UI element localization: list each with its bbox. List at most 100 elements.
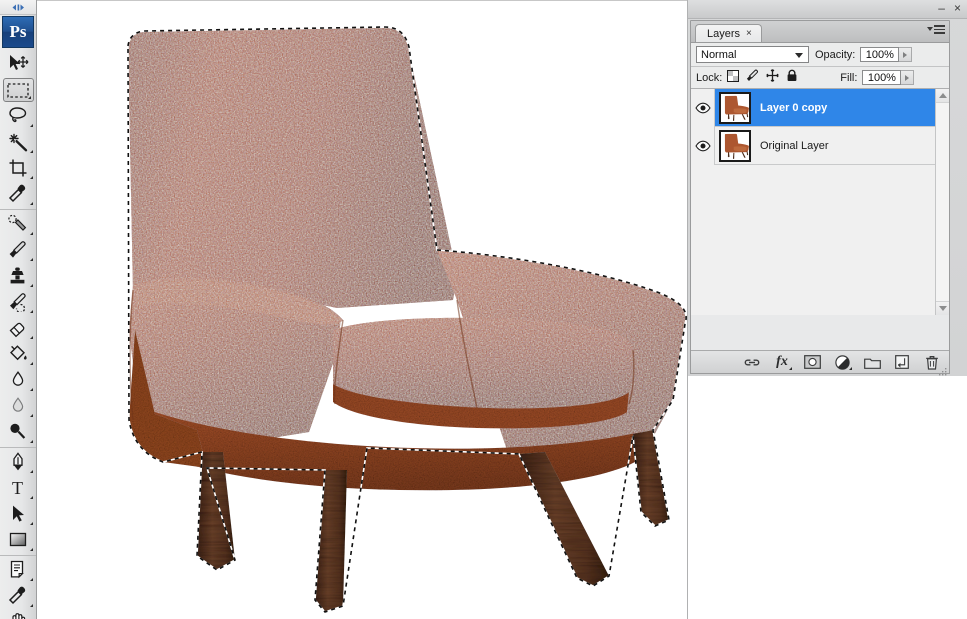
folder-icon	[863, 358, 881, 369]
close-button[interactable]: ×	[954, 2, 961, 14]
adjustment-icon	[834, 354, 850, 370]
blur-tool[interactable]	[0, 393, 35, 419]
tool-flyout-marker	[30, 496, 33, 499]
tool-flyout-marker	[30, 202, 33, 205]
chevron-down-icon	[927, 27, 933, 32]
lock-label: Lock:	[696, 71, 723, 84]
tool-flyout-marker	[30, 604, 33, 607]
lock-position-button[interactable]	[766, 68, 780, 87]
tool-flyout-marker	[30, 336, 33, 339]
photoshop-logo: Ps	[2, 16, 34, 48]
brush-tool[interactable]	[0, 237, 35, 263]
tool-flyout-marker	[30, 578, 33, 581]
mask-icon	[803, 355, 821, 369]
notes-tool[interactable]	[0, 557, 35, 583]
panel-dock: – × Layers × Normal Opacity: 100% Lock: …	[688, 0, 967, 619]
tab-layers-label: Layers	[707, 27, 741, 40]
layer-list-scrollbar[interactable]	[935, 89, 949, 315]
layer-visibility-toggle[interactable]	[691, 126, 715, 165]
tool-flyout-marker	[30, 310, 33, 313]
eye-icon	[694, 102, 711, 113]
tool-flyout-marker	[30, 150, 33, 153]
layers-panel: Layers × Normal Opacity: 100% Lock: Fill…	[690, 20, 950, 376]
tab-layers[interactable]: Layers ×	[695, 24, 762, 42]
path-selection-tool[interactable]	[0, 501, 35, 527]
link-icon	[744, 359, 760, 365]
crop-tool[interactable]	[0, 155, 35, 181]
fx-glyph: fx	[776, 354, 788, 369]
link-layers-button[interactable]	[743, 353, 761, 371]
magic-wand-tool[interactable]	[0, 129, 35, 155]
layer-visibility-toggle[interactable]	[691, 89, 715, 127]
dodge-tool[interactable]	[0, 419, 35, 445]
tool-flyout-marker	[30, 284, 33, 287]
move-tool[interactable]	[0, 51, 35, 77]
tool-flyout-marker	[27, 96, 31, 99]
resize-grip[interactable]	[939, 363, 947, 376]
layer-name: Layer 0 copy	[760, 101, 828, 114]
tool-flyout-marker	[30, 258, 33, 261]
lock-image-pixels-button[interactable]	[746, 69, 759, 87]
layer-row[interactable]: Original Layer	[691, 126, 949, 165]
tab-close-icon[interactable]: ×	[746, 28, 752, 39]
chair-body	[128, 28, 687, 491]
minimize-button[interactable]: –	[938, 2, 945, 14]
lock-row: Lock: Fill: 100%	[691, 67, 949, 89]
eye-icon	[694, 140, 711, 151]
history-brush-tool[interactable]	[0, 289, 35, 315]
hand-tool[interactable]	[0, 609, 35, 619]
new-layer-icon	[895, 355, 909, 369]
healing-brush-tool[interactable]	[0, 211, 35, 237]
layer-mask-button[interactable]	[803, 353, 821, 371]
scroll-up-button[interactable]	[936, 89, 949, 103]
tool-flyout-marker	[30, 548, 33, 551]
new-layer-button[interactable]	[893, 353, 911, 371]
flyout-marker	[849, 367, 852, 370]
document-canvas[interactable]	[37, 0, 688, 619]
armchair-image	[127, 26, 687, 613]
layer-thumbnail[interactable]	[719, 91, 751, 124]
tool-group-retouch	[0, 210, 36, 448]
hamburger-icon	[934, 25, 945, 34]
opacity-input[interactable]: 100%	[860, 47, 900, 62]
flyout-marker	[789, 367, 792, 370]
eyedropper-bottom-tool[interactable]	[0, 583, 35, 609]
new-group-button[interactable]	[863, 353, 881, 371]
rectangular-marquee-tool[interactable]	[2, 78, 34, 102]
lasso-tool[interactable]	[0, 103, 35, 129]
panel-tabbar: Layers ×	[691, 21, 949, 43]
scroll-down-button[interactable]	[936, 301, 949, 315]
chevron-down-icon	[795, 53, 803, 58]
blend-mode-row: Normal Opacity: 100%	[691, 43, 949, 67]
opacity-slider-button[interactable]	[899, 47, 913, 62]
lock-all-button[interactable]	[786, 69, 798, 87]
tool-flyout-marker	[30, 470, 33, 473]
layer-row[interactable]: Layer 0 copy	[691, 89, 949, 127]
layer-list: Layer 0 copy Original Layer	[691, 89, 949, 315]
tool-flyout-marker	[30, 522, 33, 525]
layer-thumbnail[interactable]	[719, 129, 751, 162]
blend-mode-select[interactable]: Normal	[696, 46, 809, 63]
pen-tool[interactable]	[0, 449, 35, 475]
clone-stamp-tool[interactable]	[0, 263, 35, 289]
paint-bucket-tool[interactable]	[0, 341, 35, 367]
tool-flyout-marker	[30, 124, 33, 127]
eyedropper-tool[interactable]	[0, 181, 35, 207]
tool-flyout-marker	[30, 232, 33, 235]
tool-group-navigation	[0, 556, 36, 619]
lock-transparent-pixels-button[interactable]	[727, 69, 740, 87]
opacity-label: Opacity:	[815, 48, 856, 61]
adjustment-layer-button[interactable]	[833, 353, 852, 371]
collapse-toolbar-handle[interactable]	[0, 0, 36, 15]
tool-flyout-marker	[30, 362, 33, 365]
type-tool[interactable]: T	[0, 475, 35, 501]
eraser-tool[interactable]	[0, 315, 35, 341]
panel-menu-button[interactable]	[927, 25, 945, 34]
gradient-tool[interactable]	[0, 367, 35, 393]
layer-style-button[interactable]: fx	[773, 353, 792, 371]
fill-slider-button[interactable]	[901, 70, 915, 85]
rectangle-shape-tool[interactable]	[0, 527, 35, 553]
layer-name: Original Layer	[760, 139, 829, 152]
fill-input[interactable]: 100%	[862, 70, 902, 85]
fill-label: Fill:	[840, 71, 858, 84]
